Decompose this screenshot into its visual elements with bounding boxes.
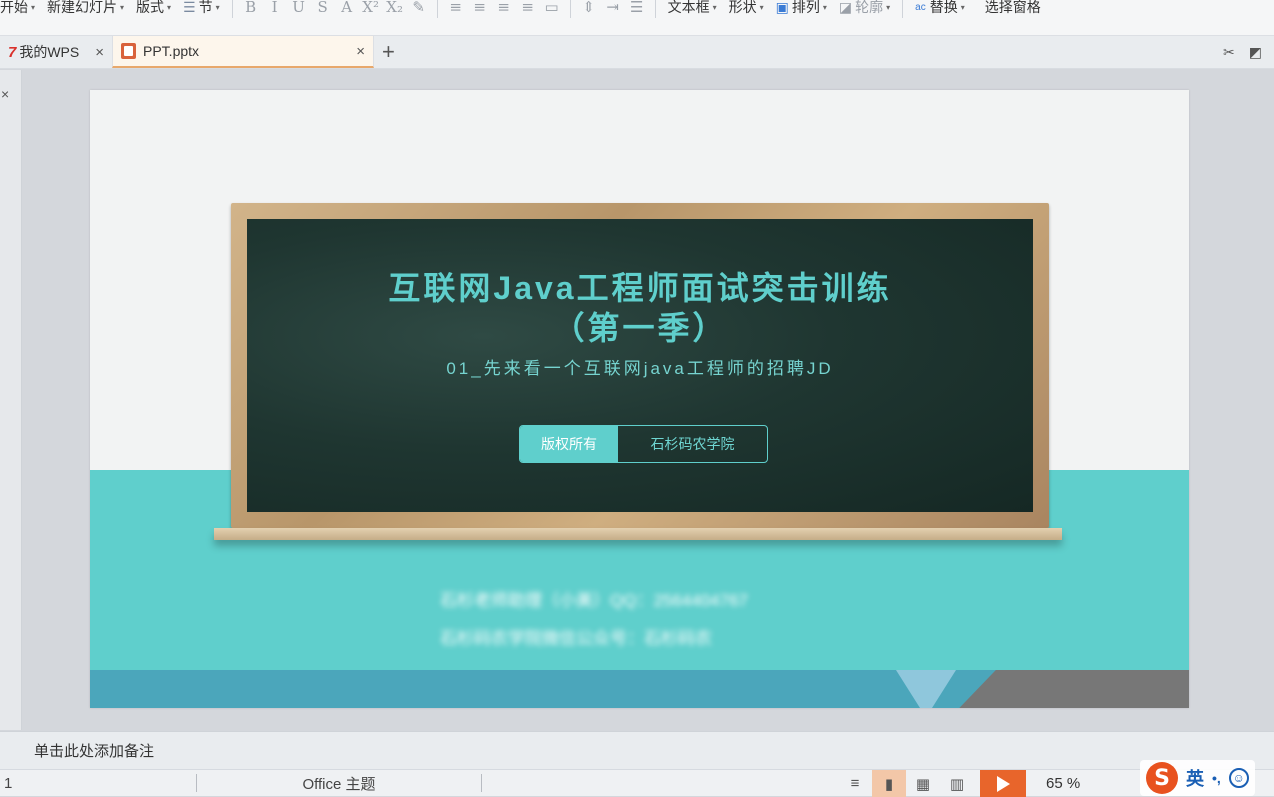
subscript-button[interactable]: X₂ [383, 0, 407, 16]
replace-menu[interactable]: ac 替换 ▾ [909, 0, 971, 15]
section-menu[interactable]: ☰ 节 ▾ [177, 0, 226, 15]
status-bar: 1 Office 主题 ≡ ▮ ▦ ▥ 65 % [0, 769, 1274, 797]
superscript-button[interactable]: X² [359, 0, 383, 16]
ime-language-toggle[interactable]: 英 [1186, 765, 1204, 791]
new-tab-button[interactable]: + [374, 36, 403, 68]
justify-icon[interactable]: ≡ [516, 0, 540, 16]
underline-button[interactable]: U [287, 0, 311, 16]
slide-thumbnail-pane: × [0, 70, 22, 730]
ribbon-divider [902, 0, 904, 18]
ribbon-divider [654, 0, 656, 18]
play-icon [996, 775, 1010, 792]
input-method-toolbar: S 英 •, ☺ [1140, 760, 1255, 796]
ime-punctuation-toggle[interactable]: •, [1212, 770, 1221, 786]
owner-label: 石杉码农学院 [650, 436, 735, 452]
section-icon: ☰ [183, 0, 196, 15]
textbox-menu[interactable]: 文本框 ▾ [662, 0, 723, 15]
ribbon-toolbar: 开始 ▾ 新建幻灯片 ▾ 版式 ▾ ☰ 节 ▾ B I U S A X² X₂ ✎ ≡ ≡… [0, 0, 1274, 36]
chalkboard-frame: 互联网Java工程师面试突击训练 （第一季） 01_先来看一个互联网java工程… [231, 203, 1049, 528]
notes-pane[interactable]: 单击此处添加备注 [0, 731, 1274, 769]
slide-canvas[interactable]: 互联网Java工程师面试突击训练 （第一季） 01_先来看一个互联网java工程… [90, 90, 1189, 708]
layout-menu[interactable]: 版式 ▾ [130, 0, 177, 15]
ribbon-divider [569, 0, 571, 18]
normal-view-icon[interactable]: ▮ [872, 770, 906, 797]
zoom-level[interactable]: 65 % [1046, 775, 1080, 792]
chalkboard: 互联网Java工程师面试突击训练 （第一季） 01_先来看一个互联网java工程… [247, 219, 1033, 512]
blurred-account-line[interactable]: 石杉码农学院微信公众号：石杉码农 [440, 624, 712, 649]
ribbon-home-menu[interactable]: 开始 ▾ [0, 0, 41, 15]
notes-placeholder: 单击此处添加备注 [34, 743, 155, 760]
feedback-icon[interactable]: ◩ [1249, 44, 1262, 61]
bold-button[interactable]: B [239, 0, 263, 16]
pin-icon[interactable]: ✂ [1223, 44, 1235, 61]
shape-menu[interactable]: 形状 ▾ [723, 0, 770, 15]
outline-menu[interactable]: ◪ 轮廓 ▾ [833, 0, 896, 15]
textbox-align-icon[interactable]: ▭ [540, 0, 564, 16]
ribbon-divider [231, 0, 233, 18]
arrange-menu[interactable]: ▣ 排列 ▾ [770, 0, 833, 15]
slide-sorter-icon[interactable]: ▦ [906, 770, 940, 797]
reading-view-icon[interactable]: ▥ [940, 770, 974, 797]
align-right-icon[interactable]: ≡ [492, 0, 516, 16]
slide-number: 1 [4, 774, 13, 792]
wps-logo-icon: 7 [8, 43, 17, 61]
chalkboard-ledge [214, 528, 1062, 540]
italic-button[interactable]: I [263, 0, 287, 16]
font-color-button[interactable]: A [335, 0, 359, 16]
selection-pane-button[interactable]: 选择窗格 [979, 0, 1047, 15]
slide-editor-area: 互联网Java工程师面试突击训练 （第一季） 01_先来看一个互联网java工程… [23, 70, 1274, 730]
outline-icon: ◪ [838, 0, 853, 15]
slide-subtitle[interactable]: 01_先来看一个互联网java工程师的招聘JD [247, 354, 1033, 379]
blurred-contact-line[interactable]: 石杉老师助理（小美）QQ：2564404767 [440, 586, 748, 611]
clear-format-icon[interactable]: ✎ [407, 0, 431, 16]
align-center-icon[interactable]: ≡ [468, 0, 492, 16]
emoji-icon[interactable]: ☺ [1228, 768, 1249, 788]
tab-ppt-document[interactable]: PPT.pptx × [112, 36, 374, 68]
tab-my-wps[interactable]: 7 我的WPS × [0, 36, 112, 68]
slide-title-season[interactable]: （第一季） [247, 303, 1033, 349]
arrange-icon: ▣ [775, 0, 789, 15]
document-tab-bar: 7 我的WPS × PPT.pptx × + ✂ ◩ [0, 36, 1274, 69]
copyright-badge[interactable]: 版权所有 石杉码农学院 [519, 425, 768, 463]
close-icon[interactable]: × [95, 44, 104, 61]
view-controls: ≡ ▮ ▦ ▥ 65 % [838, 770, 1080, 797]
align-left-icon[interactable]: ≡ [444, 0, 468, 16]
strikethrough-button[interactable]: S [311, 0, 335, 16]
close-icon[interactable]: × [356, 43, 365, 60]
replace-icon: ac [915, 1, 926, 13]
tab-bar-tools: ✂ ◩ [1223, 36, 1274, 68]
status-divider [481, 774, 482, 792]
sogou-logo-icon[interactable]: S [1146, 762, 1178, 794]
ribbon-divider [436, 0, 438, 18]
theme-name: Office 主题 [302, 775, 376, 793]
copyright-label: 版权所有 [520, 426, 618, 462]
new-slide-menu[interactable]: 新建幻灯片 ▾ [41, 0, 130, 15]
notes-toggle-icon[interactable]: ≡ [838, 770, 872, 797]
line-spacing-icon[interactable]: ⇕ [577, 0, 601, 16]
slideshow-play-button[interactable] [980, 770, 1026, 797]
list-icon[interactable]: ☰ [625, 0, 649, 16]
ppt-file-icon [121, 43, 136, 59]
close-pane-icon[interactable]: × [0, 70, 21, 102]
indent-icon[interactable]: ⇥ [601, 0, 625, 16]
